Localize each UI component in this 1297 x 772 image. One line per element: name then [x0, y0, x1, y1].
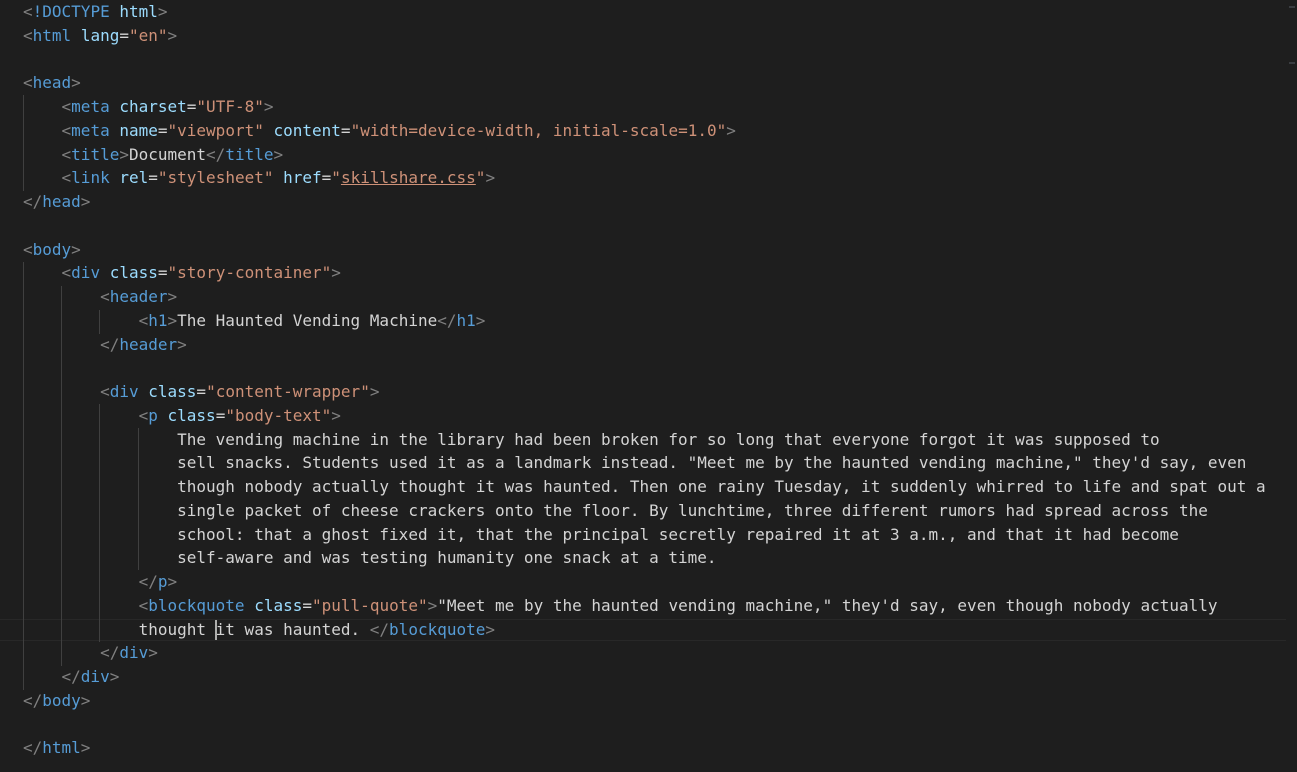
attr-value: "stylesheet": [157, 168, 274, 187]
code-line[interactable]: <blockquote class="pull-quote">"Meet me …: [23, 594, 1218, 618]
tag-name: p: [157, 572, 168, 591]
attr-value: "body-text": [225, 406, 332, 425]
attr-value: "width=device-width, initial-scale=1.0": [350, 121, 727, 140]
tag-name: h1: [456, 311, 476, 330]
attr-name: href: [283, 168, 322, 187]
tag-name: h1: [148, 311, 168, 330]
attr-value: "content-wrapper": [206, 382, 370, 401]
attr-name: class: [148, 382, 197, 401]
paragraph-text: sell snacks. Students used it as a landm…: [177, 453, 1247, 472]
blockquote-text: thought it was haunted.: [138, 620, 370, 639]
code-line[interactable]: </div>: [23, 641, 158, 665]
attr-name: content: [273, 121, 341, 140]
attr-name: class: [167, 406, 216, 425]
code-line[interactable]: <header>: [23, 285, 177, 309]
code-line[interactable]: single packet of cheese crackers onto th…: [23, 499, 1208, 523]
attr-name: charset: [119, 97, 187, 116]
ruler-mark: [1289, 62, 1295, 64]
tag-name: blockquote: [389, 620, 486, 639]
paragraph-text: self-aware and was testing humanity one …: [177, 548, 717, 567]
title-text: Document: [128, 145, 207, 164]
tag-name: html: [42, 738, 81, 757]
text-cursor: [215, 620, 217, 640]
tag-name: meta: [71, 121, 110, 140]
tag-name: head: [32, 73, 72, 92]
attr-value: "viewport": [167, 121, 264, 140]
code-line[interactable]: <meta charset="UTF-8">: [23, 95, 274, 119]
tag-name: title: [225, 145, 274, 164]
code-line[interactable]: <div class="story-container">: [23, 261, 341, 285]
doctype-html: html: [119, 2, 158, 21]
code-line[interactable]: <body>: [23, 238, 81, 262]
tag-name: header: [119, 335, 178, 354]
code-editor[interactable]: <!DOCTYPE html> <html lang="en"> <head> …: [0, 0, 1297, 772]
code-line[interactable]: though nobody actually thought it was ha…: [23, 475, 1266, 499]
tag-name: blockquote: [148, 596, 245, 615]
code-line[interactable]: <head>: [23, 71, 81, 95]
paragraph-text: school: that a ghost fixed it, that the …: [177, 525, 1179, 544]
code-line[interactable]: <div class="content-wrapper">: [23, 380, 379, 404]
overview-ruler[interactable]: [1283, 0, 1297, 772]
attr-name: lang: [80, 26, 120, 45]
code-line[interactable]: </p>: [23, 570, 178, 594]
code-line[interactable]: <link rel="stylesheet" href="skillshare.…: [23, 166, 496, 190]
code-line[interactable]: </header>: [23, 333, 187, 357]
code-line[interactable]: </body>: [23, 689, 90, 713]
code-line[interactable]: </div>: [23, 665, 120, 689]
paragraph-text: single packet of cheese crackers onto th…: [177, 501, 1208, 520]
code-line[interactable]: school: that a ghost fixed it, that the …: [23, 523, 1179, 547]
tag-name: meta: [71, 97, 110, 116]
tag-name: header: [109, 287, 168, 306]
attr-name: class: [254, 596, 303, 615]
tag-name: body: [42, 691, 81, 710]
tag-name: link: [71, 168, 110, 187]
tag-name: div: [80, 667, 110, 686]
doctype-keyword: !DOCTYPE: [32, 2, 110, 21]
tag-name: div: [109, 382, 139, 401]
tag-name: head: [42, 192, 81, 211]
code-line[interactable]: <p class="body-text">: [23, 404, 341, 428]
code-line[interactable]: <title>Document</title>: [23, 143, 284, 167]
tag-name: title: [71, 145, 120, 164]
code-line[interactable]: <h1>The Haunted Vending Machine</h1>: [23, 309, 486, 333]
blockquote-text: "Meet me by the haunted vending machine,…: [437, 596, 1218, 615]
attr-value: "story-container": [167, 263, 332, 282]
h1-text: The Haunted Vending Machine: [177, 311, 438, 330]
stylesheet-link[interactable]: skillshare.css: [341, 168, 476, 187]
code-line[interactable]: sell snacks. Students used it as a landm…: [23, 451, 1246, 475]
tag-name: body: [32, 240, 72, 259]
code-line[interactable]: <meta name="viewport" content="width=dev…: [23, 119, 736, 143]
attr-value: "en": [128, 26, 168, 45]
code-line[interactable]: <html lang="en">: [23, 24, 177, 48]
attr-name: name: [119, 121, 158, 140]
attr-name: rel: [119, 168, 149, 187]
tag-name: html: [32, 26, 72, 45]
tag-name: div: [119, 643, 149, 662]
code-line[interactable]: </html>: [23, 736, 90, 760]
attr-value: "UTF-8": [196, 97, 264, 116]
tag-name: div: [71, 263, 101, 282]
code-line[interactable]: The vending machine in the library had b…: [23, 428, 1160, 452]
code-line[interactable]: thought it was haunted. </blockquote>: [23, 618, 495, 642]
code-line[interactable]: <!DOCTYPE html>: [23, 0, 168, 24]
code-line[interactable]: self-aware and was testing humanity one …: [23, 546, 717, 570]
paragraph-text: The vending machine in the library had b…: [177, 430, 1160, 449]
ruler-mark: [1289, 6, 1295, 8]
attr-name: class: [109, 263, 158, 282]
paragraph-text: though nobody actually thought it was ha…: [177, 477, 1266, 496]
tag-name: p: [148, 406, 158, 425]
attr-value: "pull-quote": [312, 596, 428, 615]
code-line[interactable]: </head>: [23, 190, 90, 214]
